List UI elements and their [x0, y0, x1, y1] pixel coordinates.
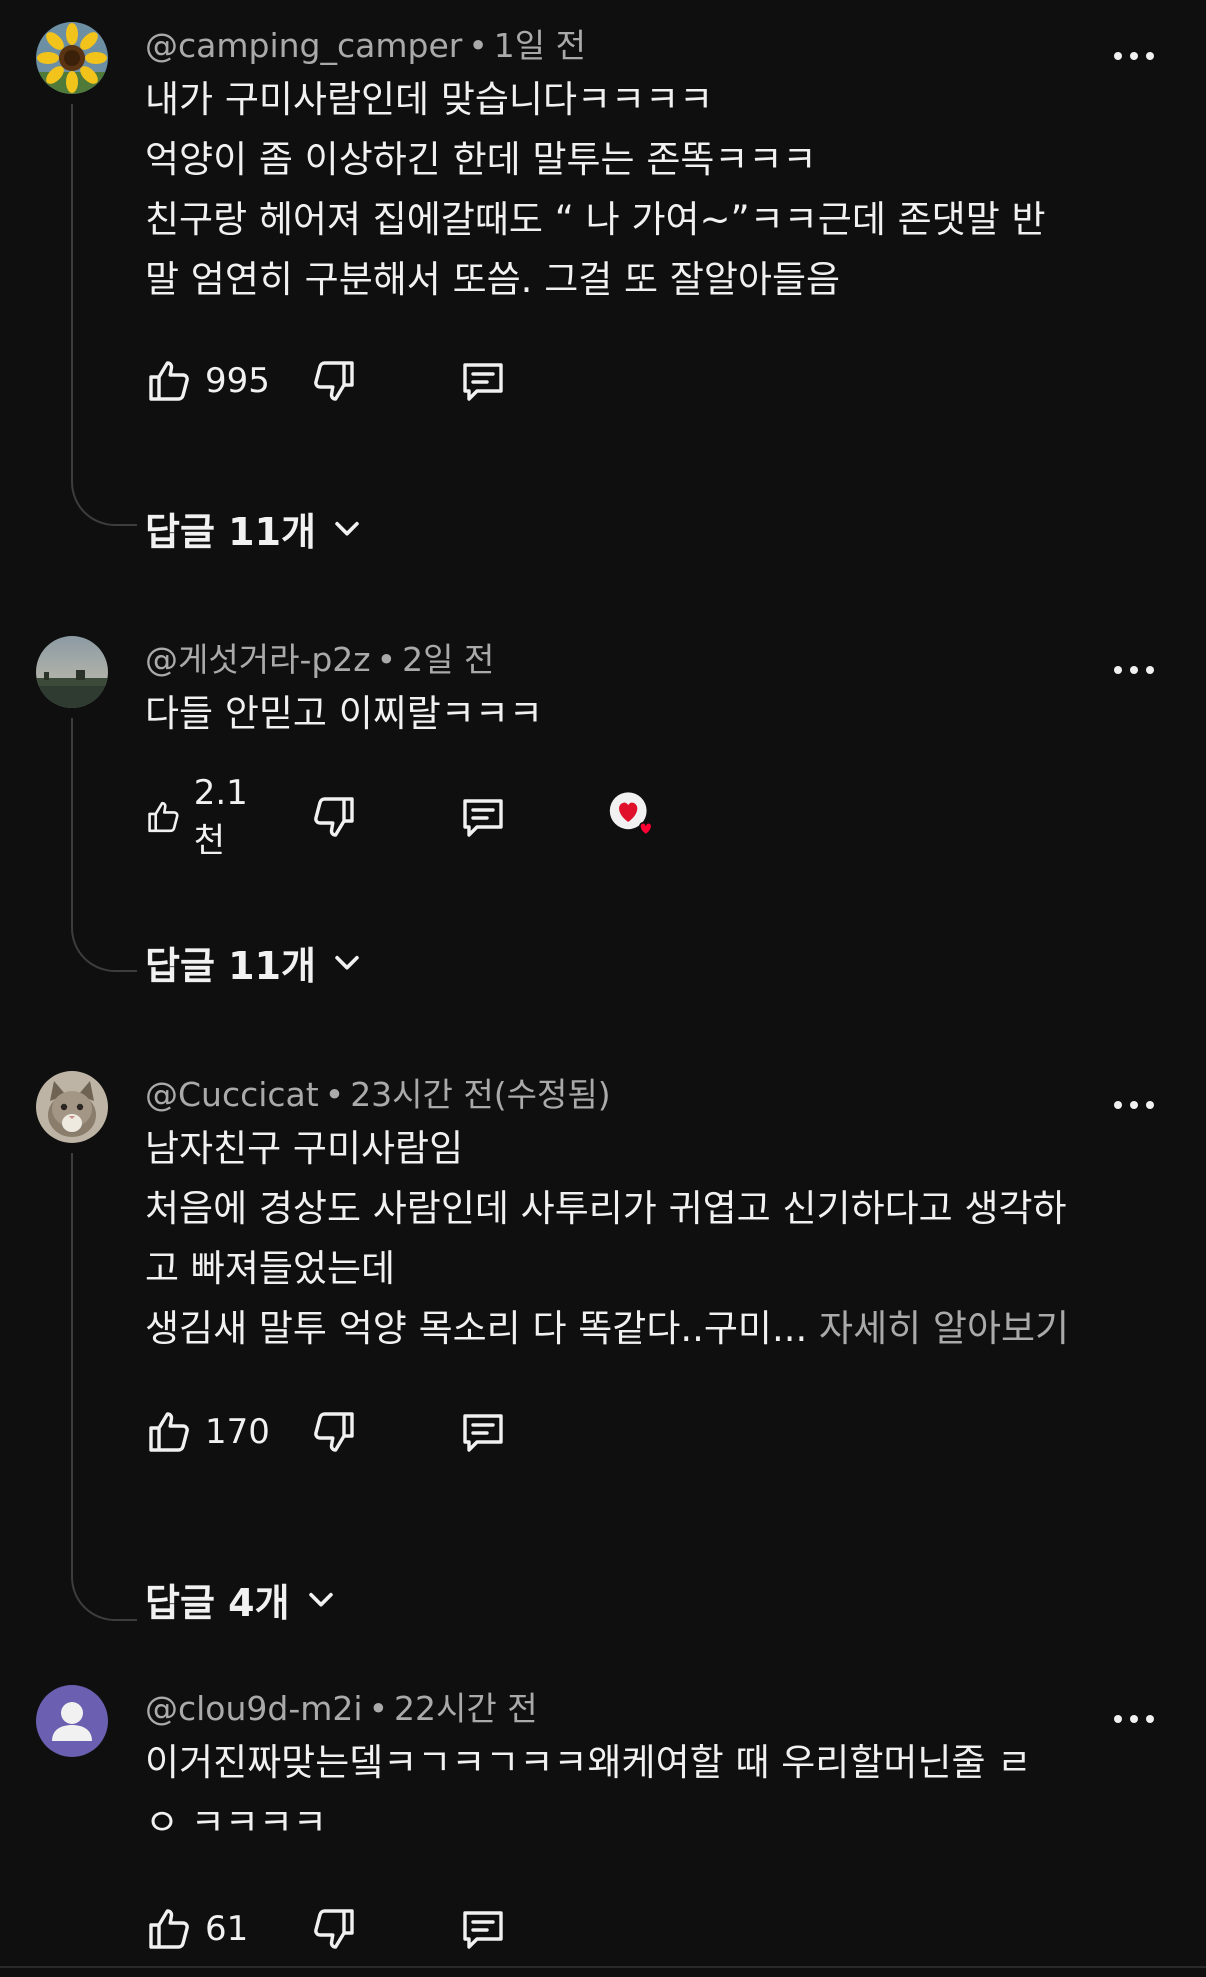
reply-button[interactable] [459, 790, 507, 844]
dislike-button[interactable] [310, 1405, 358, 1459]
comment-icon [463, 1414, 503, 1452]
comment-line: ㅇ ㅋㅋㅋㅋ [145, 1801, 327, 1844]
replies-count: 답글 11개 [145, 943, 316, 988]
comment-line: 말 엄연히 구분해서 또씀. 그걸 또 잘알아들음 [145, 258, 841, 301]
more-dots-icon[interactable] [1114, 50, 1154, 62]
reply-button[interactable] [459, 1902, 507, 1956]
author-handle[interactable]: @게섯거라-p2z [145, 640, 371, 679]
replies-toggle[interactable]: 답글 11개 [145, 503, 364, 554]
comment-text: 내가 구미사람인데 맞습니다ㅋㅋㅋㅋ 억양이 좀 이상하긴 한데 말투는 존똑ㅋ… [145, 70, 1125, 310]
like-button[interactable]: 61 [145, 1902, 248, 1956]
like-count: 995 [205, 361, 270, 401]
comment-line: 남자친구 구미사람임 [145, 1127, 464, 1170]
comment-icon [463, 363, 503, 401]
comment-header: @게섯거라-p2z • 2일 전 [145, 640, 494, 680]
comment-line: 이거진짜맞는뎈ㅋㄱㅋㄱㅋㅋ왜케여할 때 우리할머닌줄 ㄹ [145, 1741, 1032, 1784]
dislike-button[interactable] [310, 1902, 358, 1956]
more-dots-icon[interactable] [1114, 1099, 1154, 1111]
reply-button[interactable] [459, 354, 507, 408]
replies-toggle[interactable]: 답글 4개 [145, 1574, 338, 1625]
replies-count: 답글 11개 [145, 509, 316, 554]
like-count: 61 [205, 1909, 249, 1949]
reply-button[interactable] [459, 1405, 507, 1459]
chevron-down-icon [335, 521, 359, 536]
comment-text: 남자친구 구미사람임 처음에 경상도 사람인데 사투리가 귀엽고 신기하다고 생… [145, 1119, 1125, 1359]
separator-dot: • [368, 1689, 389, 1728]
comment-line: 다들 안믿고 이찌랄ㅋㅋㅋ [145, 692, 543, 735]
comment-line: 생김새 말투 억양 목소리 다 똑같다..구미... 자세히 알아보기 [145, 1299, 1125, 1359]
thumbs-down-icon [314, 1909, 354, 1949]
thumbs-down-icon [314, 361, 354, 401]
separator-dot: • [324, 1075, 345, 1114]
chevron-down-icon [335, 955, 359, 970]
comment-line: 내가 구미사람인데 맞습니다ㅋㅋㅋㅋ [145, 78, 714, 121]
default-user-avatar[interactable] [36, 1685, 108, 1757]
thread-line [71, 718, 137, 972]
author-handle[interactable]: @Cuccicat [145, 1075, 319, 1114]
dislike-button[interactable] [310, 354, 358, 408]
comment-line-truncated: 생김새 말투 억양 목소리 다 똑같다..구미... [145, 1307, 808, 1350]
replies-toggle[interactable]: 답글 11개 [145, 937, 364, 988]
like-button[interactable]: 2.1천 [145, 773, 259, 861]
thread-line [71, 104, 137, 526]
comment-line: 고 빠져들었는데 [145, 1247, 396, 1290]
more-dots-icon[interactable] [1114, 1713, 1154, 1725]
dislike-button[interactable] [310, 790, 358, 844]
sunflower-avatar[interactable] [36, 22, 108, 94]
creator-heart-icon[interactable] [609, 790, 669, 846]
thumbs-down-icon [314, 1412, 354, 1452]
cat-avatar[interactable] [36, 1071, 108, 1143]
separator-dot: • [468, 26, 488, 65]
comment-time[interactable]: 1일 전 [494, 26, 586, 65]
author-handle[interactable]: @camping_camper [145, 26, 462, 65]
author-handle[interactable]: @clou9d-m2i [145, 1689, 363, 1728]
comment-line: 억양이 좀 이상하긴 한데 말투는 존똑ㅋㅋㅋ [145, 138, 817, 181]
comment-header: @clou9d-m2i • 22시간 전 [145, 1689, 538, 1729]
thumbs-up-icon [149, 1909, 189, 1949]
comment-text: 다들 안믿고 이찌랄ㅋㅋㅋ [145, 684, 1125, 744]
landscape-avatar[interactable] [36, 636, 108, 708]
comment-header: @Cuccicat • 23시간 전(수정됨) [145, 1075, 611, 1115]
like-count: 2.1천 [193, 772, 248, 861]
comment-text: 이거진짜맞는뎈ㅋㄱㅋㄱㅋㅋ왜케여할 때 우리할머닌줄 ㄹ ㅇ ㅋㅋㅋㅋ [145, 1733, 1125, 1853]
comment-line: 처음에 경상도 사람인데 사투리가 귀엽고 신기하다고 생각하 [145, 1187, 1067, 1230]
thumbs-down-icon [314, 797, 354, 837]
comment-time[interactable]: 22시간 전 [394, 1689, 538, 1728]
thumbs-up-icon [149, 361, 189, 401]
like-button[interactable]: 995 [145, 354, 270, 408]
thumbs-up-icon [148, 801, 179, 833]
like-button[interactable]: 170 [145, 1405, 270, 1459]
more-dots-icon[interactable] [1114, 664, 1154, 676]
thread-line [71, 1153, 137, 1621]
read-more-link[interactable]: 자세히 알아보기 [819, 1307, 1069, 1350]
comment-time[interactable]: 23시간 전(수정됨) [350, 1075, 610, 1114]
comment-line: 친구랑 헤어져 집에갈때도 “ 나 가여~”ㅋㅋ근데 존댓말 반 [145, 198, 1046, 241]
separator-dot: • [376, 640, 397, 679]
comment-header: @camping_camper • 1일 전 [145, 26, 586, 66]
comment-time[interactable]: 2일 전 [402, 640, 494, 679]
replies-count: 답글 4개 [145, 1580, 290, 1625]
thumbs-up-icon [149, 1412, 189, 1452]
chevron-down-icon [308, 1592, 333, 1607]
comment-icon [463, 1911, 503, 1949]
bottom-divider [0, 1966, 1206, 1968]
comment-icon [463, 799, 503, 837]
like-count: 170 [205, 1412, 270, 1452]
